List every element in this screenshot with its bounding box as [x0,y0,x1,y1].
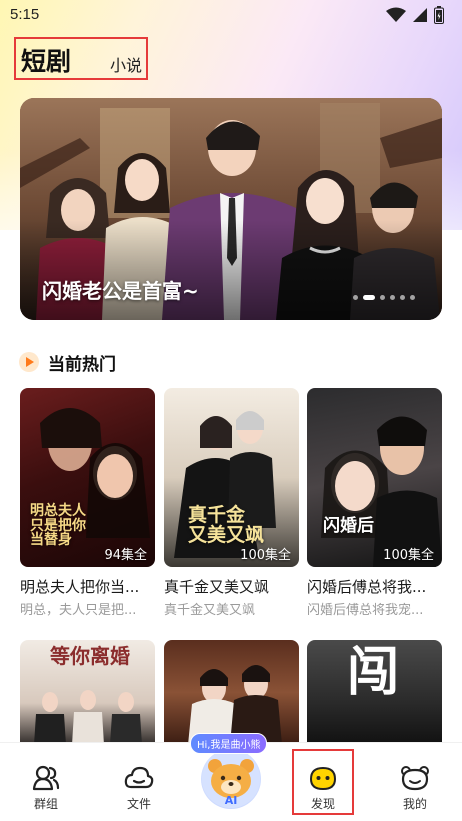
drama-card[interactable]: 等你离婚 [20,640,155,745]
cloud-file-icon [124,766,154,789]
status-bar: 5:15 [0,0,462,30]
drama-title: 真千金又美又飒 [164,578,270,596]
cover-art [34,690,142,745]
episode-count: 100集全 [240,548,291,563]
episode-count: 94集全 [104,548,147,563]
drama-card[interactable] [164,640,299,745]
drama-cover[interactable]: 明总夫人 只是把你 当替身 94集全 [20,388,155,567]
drama-card[interactable]: 真千金 又美又飒 100集全 真千金又美又飒 真千金又美又飒 [164,388,299,618]
drama-cover[interactable]: 真千金 又美又飒 100集全 [164,388,299,567]
status-time: 5:15 [10,6,40,23]
banner-pagination [353,295,415,300]
cover-title-art: 真千金 又美又飒 [188,504,265,546]
drama-subtitle: 明总，夫人只是把... [20,603,137,618]
banner-dot[interactable] [400,295,405,300]
ai-greeting-bubble: Hi,我是曲小熊 [190,733,268,754]
drama-card[interactable]: 明总夫人 只是把你 当替身 94集全 明总夫人把你当... 明总，夫人只是把... [20,388,155,618]
episode-count: 100集全 [383,548,434,563]
drama-cover[interactable]: 闪婚后 100集全 [307,388,442,567]
drama-title: 闪婚后傅总将我... [307,578,427,596]
banner-dot[interactable] [390,295,395,300]
status-icons [386,6,444,24]
section-header-trending: 当前热门 [18,349,116,375]
group-icon [32,765,60,791]
tab-novel[interactable]: 小说 [110,52,142,76]
drama-subtitle: 闪婚后傅总将我宠... [307,603,424,618]
ai-assistant-button[interactable]: Hi,我是曲小熊 AI [187,733,275,813]
active-tab-highlight [292,749,354,815]
header-tabs: 短剧 小说 [14,37,148,80]
nav-profile[interactable]: 我的 [380,743,450,821]
profile-bear-icon [401,766,429,791]
drama-subtitle: 真千金又美又飒 [164,603,256,618]
banner-title: 闪婚老公是首富~ [42,279,199,303]
cover-title-art: 明总夫人 只是把你 当替身 [30,503,86,549]
play-icon [19,352,39,372]
drama-card[interactable]: 闯 [307,640,442,745]
cover-art [188,665,282,745]
signal-icon [413,8,427,22]
tab-short-drama[interactable]: 短剧 [21,42,71,78]
cover-title-art: 闪婚后 [323,516,374,536]
battery-icon [434,6,444,24]
featured-banner[interactable]: 闪婚老公是首富~ [20,98,442,320]
cover-art [321,416,442,567]
nav-label: 文件 [126,797,151,811]
banner-dot[interactable] [380,295,385,300]
banner-dot-active[interactable] [363,295,375,300]
cover-title-art: 闯 [347,642,400,703]
nav-label: 我的 [402,797,427,811]
nav-group[interactable]: 群组 [11,743,81,821]
section-title: 当前热门 [48,354,116,375]
nav-label: 群组 [33,797,58,811]
nav-files[interactable]: 文件 [104,743,174,821]
banner-dot[interactable] [410,295,415,300]
wifi-icon [386,7,406,22]
banner-dot[interactable] [353,295,358,300]
ai-label: AI [224,794,238,807]
drama-card[interactable]: 闪婚后 100集全 闪婚后傅总将我... 闪婚后傅总将我宠... [307,388,442,618]
drama-title: 明总夫人把你当... [20,578,140,596]
